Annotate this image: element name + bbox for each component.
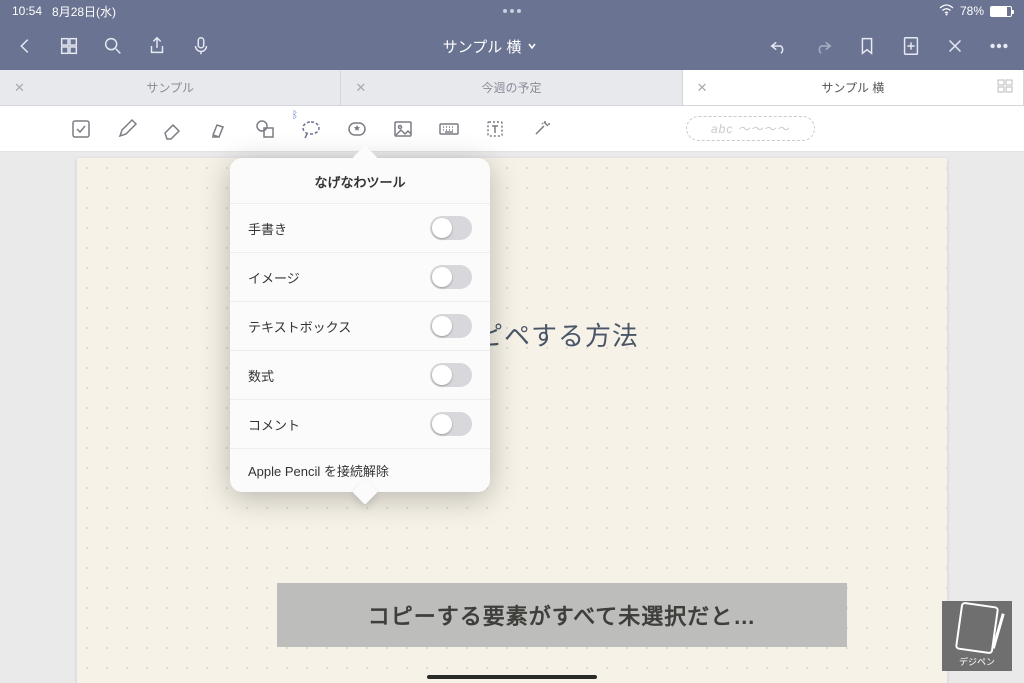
bookmark-icon[interactable] [856, 35, 878, 57]
nav-bar: サンプル 横 [0, 22, 1024, 70]
title-placeholder[interactable]: abc ～～～～ [686, 116, 815, 141]
toggle[interactable] [430, 216, 472, 240]
multitask-dots[interactable] [503, 9, 521, 13]
handwriting-text: ピペする方法 [477, 316, 639, 353]
add-page-icon[interactable] [900, 35, 922, 57]
popup-row-equation[interactable]: 数式 [230, 350, 490, 399]
tab-thumbnail-icon[interactable] [997, 79, 1013, 96]
image-tool[interactable] [382, 112, 424, 146]
shape-tool[interactable] [244, 112, 286, 146]
tab-0[interactable]: ✕ サンプル [0, 70, 341, 105]
mic-icon[interactable] [190, 35, 212, 57]
back-button[interactable] [14, 35, 36, 57]
zoom-tool[interactable] [60, 112, 102, 146]
popup-row-disconnect[interactable]: Apple Pencil を接続解除 [230, 448, 490, 492]
text-tool[interactable] [474, 112, 516, 146]
home-indicator[interactable] [427, 675, 597, 679]
highlighter-tool[interactable] [198, 112, 240, 146]
note-paper[interactable]: ピペする方法 コピーする要素がすべて未選択だと… [77, 158, 947, 683]
lasso-popup: なげなわツール 手書き イメージ テキストボックス 数式 コメント Apple … [230, 158, 490, 492]
share-icon[interactable] [146, 35, 168, 57]
status-time: 10:54 [12, 4, 42, 18]
tab-2[interactable]: ✕ サンプル 横 [683, 70, 1024, 105]
tab-close-icon[interactable]: ✕ [697, 80, 708, 96]
tabs-bar: ✕ サンプル ✕ 今週の予定 ✕ サンプル 横 [0, 70, 1024, 106]
lasso-tool[interactable]: ᛒ [290, 112, 332, 146]
battery-icon [990, 6, 1012, 17]
stamp-label: デジペン [959, 655, 995, 668]
tab-label: サンプル [146, 79, 194, 96]
caption-overlay: コピーする要素がすべて未選択だと… [277, 583, 847, 647]
tab-close-icon[interactable]: ✕ [14, 80, 25, 96]
search-icon[interactable] [102, 35, 124, 57]
sticker-tool[interactable] [336, 112, 378, 146]
redo-icon[interactable] [812, 35, 834, 57]
grid-icon[interactable] [58, 35, 80, 57]
chevron-down-icon [527, 41, 537, 51]
popup-row-handwriting[interactable]: 手書き [230, 203, 490, 252]
wifi-icon [939, 4, 954, 19]
battery-percent: 78% [960, 4, 984, 18]
canvas-area: ピペする方法 コピーする要素がすべて未選択だと… デジペン [0, 152, 1024, 683]
watermark-stamp: デジペン [942, 601, 1012, 671]
laser-tool[interactable] [520, 112, 562, 146]
undo-icon[interactable] [768, 35, 790, 57]
tool-toolbar: ᛒ abc ～～～～ [0, 106, 1024, 152]
status-date: 8月28日(水) [52, 3, 116, 20]
popup-row-textbox[interactable]: テキストボックス [230, 301, 490, 350]
tab-1[interactable]: ✕ 今週の予定 [341, 70, 682, 105]
toggle[interactable] [430, 265, 472, 289]
more-icon[interactable] [988, 35, 1010, 57]
tab-close-icon[interactable]: ✕ [355, 80, 366, 96]
toggle[interactable] [430, 314, 472, 338]
doc-title[interactable]: サンプル 横 [443, 36, 538, 57]
popup-row-image[interactable]: イメージ [230, 252, 490, 301]
bluetooth-icon: ᛒ [292, 110, 298, 121]
toggle[interactable] [430, 412, 472, 436]
close-icon[interactable] [944, 35, 966, 57]
popup-title: なげなわツール [230, 158, 490, 203]
tab-label: 今週の予定 [481, 79, 541, 96]
tab-label: サンプル 横 [821, 79, 884, 96]
status-bar: 10:54 8月28日(水) 78% [0, 0, 1024, 22]
keyboard-tool[interactable] [428, 112, 470, 146]
popup-row-comment[interactable]: コメント [230, 399, 490, 448]
toggle[interactable] [430, 363, 472, 387]
doc-title-text: サンプル 横 [443, 36, 522, 57]
pen-tool[interactable] [106, 112, 148, 146]
eraser-tool[interactable] [152, 112, 194, 146]
